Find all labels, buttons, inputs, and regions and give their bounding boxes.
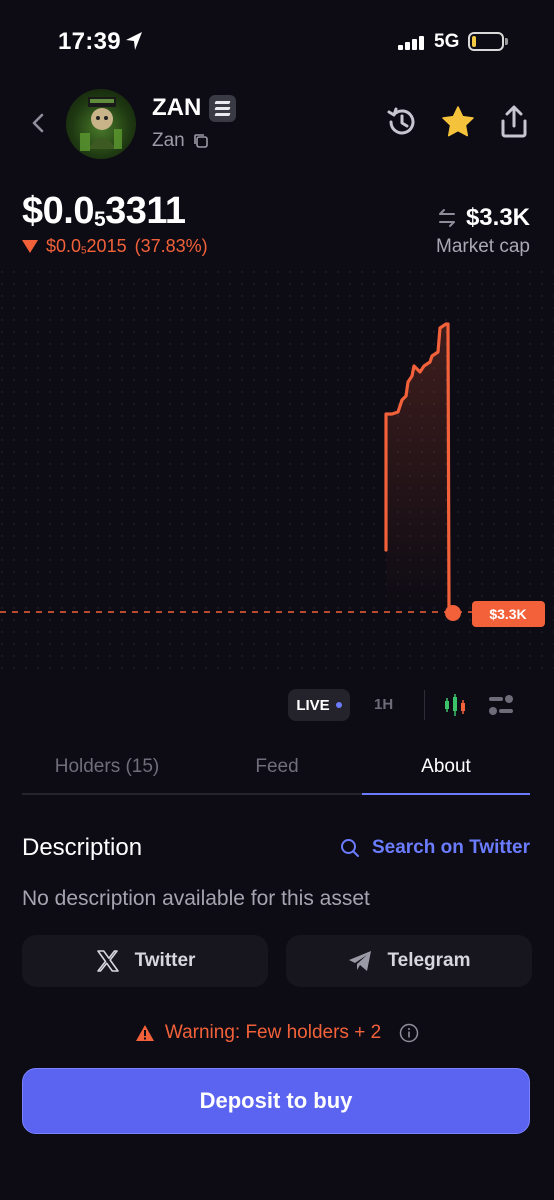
market-cap-label: Market cap — [436, 236, 530, 257]
description-text: No description available for this asset — [22, 887, 370, 910]
price-change-percent: (37.83%) — [134, 236, 208, 256]
swap-arrows-icon — [438, 209, 455, 227]
history-icon[interactable] — [384, 104, 420, 140]
info-icon[interactable] — [399, 1023, 419, 1043]
candlestick-icon[interactable] — [442, 692, 468, 718]
search-on-twitter-link[interactable]: Search on Twitter — [340, 837, 530, 859]
description-title: Description — [22, 834, 143, 861]
copy-icon[interactable] — [192, 132, 210, 150]
token-avatar — [66, 89, 136, 159]
tab-about[interactable]: About — [362, 756, 530, 778]
token-price: $0.053311 — [22, 190, 186, 232]
status-time: 17:39 — [58, 28, 121, 55]
tab-feed[interactable]: Feed — [192, 756, 362, 778]
token-name: ZAN — [152, 94, 202, 121]
live-button[interactable]: LIVE — [288, 689, 350, 721]
warning-text: Warning: Few holders + 2 — [164, 1022, 382, 1043]
price-change: $0.052015 (37.83%) — [22, 236, 208, 257]
network-label: 5G — [434, 31, 460, 52]
deposit-to-buy-button[interactable]: Deposit to buy — [22, 1068, 530, 1134]
telegram-icon — [349, 951, 372, 971]
chart-price-tag-label: $3.3K — [489, 606, 526, 622]
tab-holders[interactable]: Holders (15) — [22, 756, 192, 778]
chart-grid — [0, 270, 554, 670]
twitter-button[interactable]: Twitter — [22, 935, 268, 987]
tab-active-indicator — [362, 793, 530, 795]
warning-triangle-icon — [135, 1025, 154, 1041]
interval-1h-button[interactable]: 1H — [374, 696, 393, 713]
telegram-button[interactable]: Telegram — [286, 935, 532, 987]
controls-divider — [424, 690, 425, 720]
back-chevron-icon[interactable] — [26, 110, 52, 136]
chart-current-dot — [445, 605, 461, 621]
battery-cap — [505, 38, 508, 45]
share-icon[interactable] — [496, 104, 532, 140]
holders-warning: Warning: Few holders + 2 — [0, 1022, 554, 1044]
battery-icon — [468, 32, 504, 51]
price-chart[interactable]: $3.3K — [0, 270, 554, 670]
market-cap-value[interactable]: $3.3K — [436, 204, 530, 232]
token-ticker: Zan — [152, 130, 185, 151]
star-icon[interactable] — [440, 104, 476, 140]
chart-settings-icon[interactable] — [487, 692, 515, 718]
down-triangle-icon — [22, 240, 38, 253]
signal-icon — [398, 34, 426, 50]
search-icon — [340, 839, 359, 857]
live-dot — [335, 702, 342, 708]
solana-icon — [209, 95, 236, 122]
x-logo-icon — [96, 950, 119, 972]
location-arrow-icon — [126, 32, 142, 50]
